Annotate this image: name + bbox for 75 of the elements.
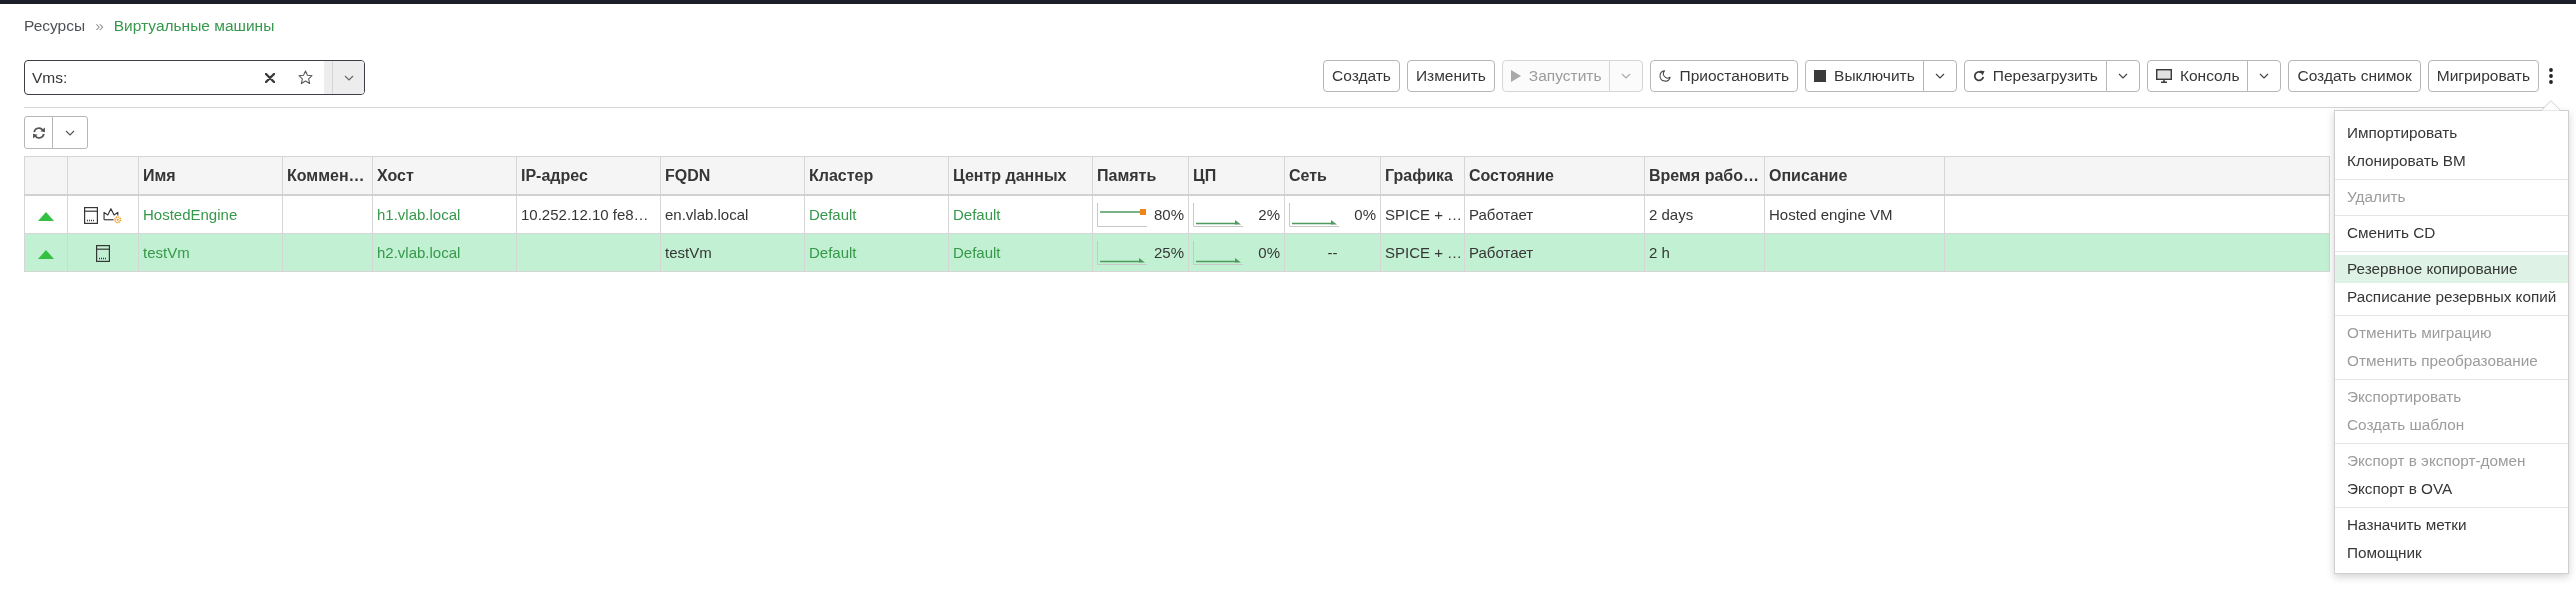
column-header[interactable]: Описание: [1764, 156, 1945, 195]
moon-icon: [1659, 70, 1672, 82]
column-header[interactable]: ЦП: [1188, 156, 1285, 195]
column-header[interactable]: Время рабо…: [1644, 156, 1765, 195]
search-prefix: Vms:: [31, 68, 69, 87]
column-header[interactable]: Коммен…: [282, 156, 373, 195]
dropdown-toggle-button[interactable]: [1922, 60, 1957, 92]
menu-item[interactable]: Импортировать: [2335, 119, 2568, 147]
circular-arrow-icon: [1972, 70, 1985, 82]
caret-icon: [1621, 73, 1632, 79]
caret-icon: [2117, 73, 2128, 79]
table-cell: en.vlab.local: [660, 195, 805, 234]
table-cell: SPICE + …: [1380, 195, 1465, 234]
search-bar[interactable]: Vms:: [24, 60, 365, 95]
menu-item[interactable]: Экспорт в OVA: [2335, 475, 2568, 503]
column-header[interactable]: IP-адрес: [516, 156, 661, 195]
usage-value: --: [1327, 244, 1338, 261]
server-icon: [84, 206, 98, 224]
usage-value: 80%: [1153, 206, 1184, 223]
table-cell: Hosted engine VM: [1764, 195, 1945, 234]
usage-value: 2%: [1258, 206, 1280, 223]
table-cell: 2 days: [1644, 195, 1765, 234]
column-header[interactable]: Память: [1092, 156, 1189, 195]
column-header[interactable]: Хост: [372, 156, 517, 195]
datacenter-link[interactable]: Default: [953, 206, 1001, 223]
table-cell: 10.252.12.10 fe8…: [516, 195, 661, 234]
toolbar-button[interactable]: Изменить: [1406, 60, 1495, 92]
dropdown-toggle-button[interactable]: [2105, 60, 2140, 92]
refresh-button[interactable]: [24, 116, 53, 149]
monitor-icon: [2155, 69, 2172, 83]
star-icon[interactable]: [298, 70, 313, 85]
breadcrumb-link[interactable]: Ресурсы: [24, 17, 86, 35]
column-header[interactable]: Сеть: [1284, 156, 1381, 195]
toolbar-button[interactable]: Выключить: [1805, 60, 1924, 92]
stop-icon: [1814, 70, 1827, 82]
menu-item[interactable]: Назначить метки: [2335, 511, 2568, 539]
table-cell: Работает: [1464, 195, 1645, 234]
play-icon: [1510, 70, 1521, 82]
table-cell: testVm: [660, 233, 805, 272]
toolbar-button[interactable]: Консоль: [2146, 60, 2249, 92]
usage-value: 0%: [1354, 206, 1376, 223]
search-dropdown-button[interactable]: [324, 61, 364, 94]
table-cell: 2 h: [1644, 233, 1765, 272]
kebab-icon: [2549, 68, 2553, 84]
toolbar-button[interactable]: Создать: [1323, 60, 1400, 92]
toolbar-button[interactable]: Мигрировать: [2427, 60, 2539, 92]
toolbar-button[interactable]: Перезагрузить: [1963, 60, 2107, 92]
menu-item[interactable]: Клонировать ВМ: [2335, 147, 2568, 175]
breadcrumb-separator: »: [95, 17, 104, 35]
column-header[interactable]: Центр данных: [948, 156, 1093, 195]
caret-icon: [343, 74, 354, 81]
column-header[interactable]: Имя: [138, 156, 283, 195]
refresh-icon: [31, 125, 46, 140]
column-header[interactable]: Кластер: [804, 156, 949, 195]
table-row[interactable]: HostedEngine h1.vlab.local 10.252.12.10 fe8… en.vlab.local Default Default 80% 2% 0% SPICE + … Работает 2 days Hosted engine VM: [24, 195, 2330, 234]
dropdown-toggle-button[interactable]: [2247, 60, 2282, 92]
toolbar-button[interactable]: Создать снимок: [2288, 60, 2421, 92]
usage-value: 25%: [1153, 244, 1184, 261]
column-header[interactable]: Состояние: [1464, 156, 1645, 195]
menu-item[interactable]: Резервное копирование: [2335, 255, 2568, 283]
menu-item[interactable]: Расписание резервных копий: [2335, 283, 2568, 311]
toolbar-button[interactable]: Приостановить: [1650, 60, 1799, 92]
table-cell: Работает: [1464, 233, 1645, 272]
table-cell: SPICE + …: [1380, 233, 1465, 272]
menu-item[interactable]: Помощник: [2335, 539, 2568, 567]
clear-icon[interactable]: [265, 72, 275, 83]
column-header[interactable]: FQDN: [660, 156, 805, 195]
caret-icon: [2259, 73, 2270, 79]
column-header[interactable]: Графика: [1380, 156, 1465, 195]
caret-icon: [65, 129, 75, 136]
breadcrumb-link[interactable]: Виртуальные машины: [113, 17, 275, 35]
cluster-link[interactable]: Default: [809, 206, 857, 223]
usage-value: 0%: [1258, 244, 1280, 261]
caret-icon: [1934, 73, 1945, 79]
menu-item[interactable]: Сменить CD: [2335, 219, 2568, 247]
